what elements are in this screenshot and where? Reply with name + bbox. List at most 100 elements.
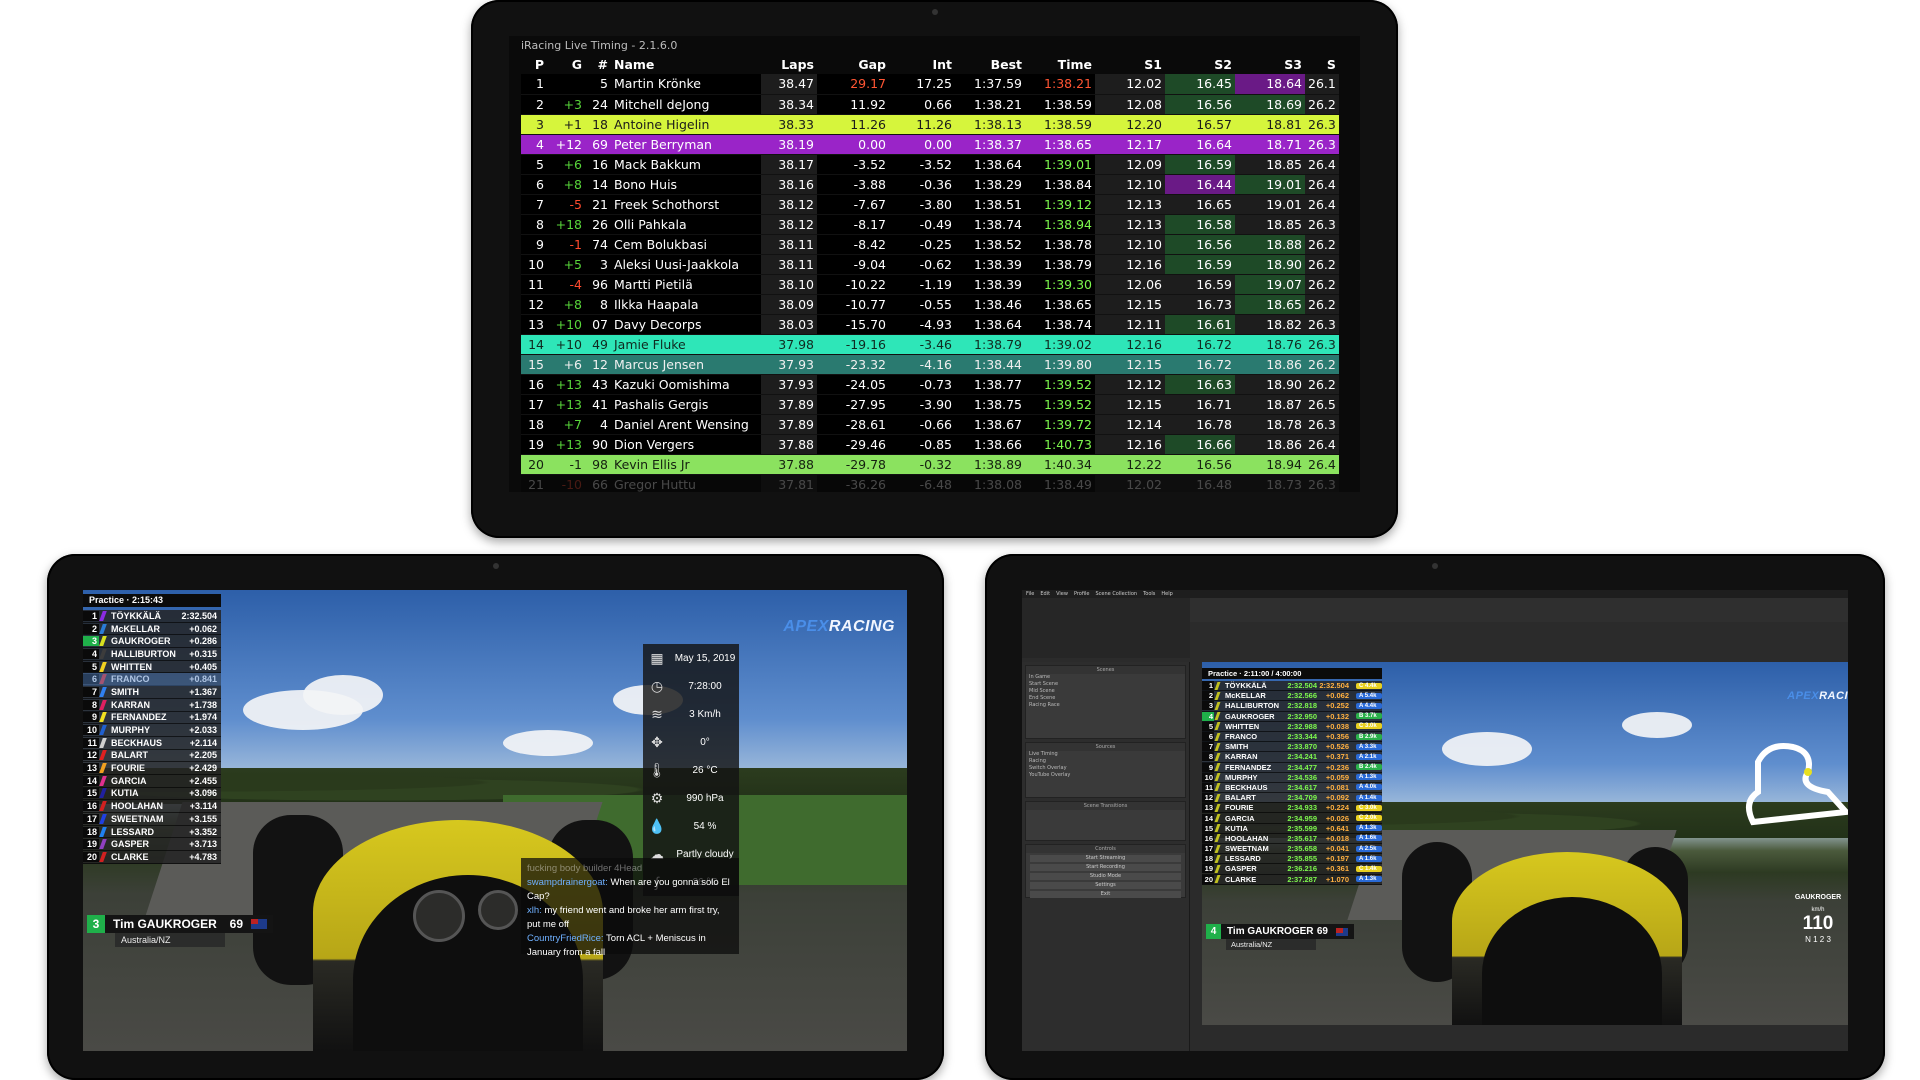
standings-row[interactable]: 14 GARCIA 2:34.959 +0.026 C 2.0k bbox=[1202, 813, 1382, 824]
standings-row[interactable]: 5 WHITTEN +0.405 bbox=[83, 660, 221, 674]
standings-row[interactable]: 9 FERNANDEZ +1.974 bbox=[83, 711, 221, 725]
col-header[interactable]: # bbox=[585, 54, 611, 74]
timing-row[interactable]: 17 +13 41 Pashalis Gergis 37.89 -27.95 -3.90 1:… bbox=[521, 394, 1339, 415]
timing-row[interactable]: 6 +8 14 Bono Huis 38.16 -3.88 -0.36 1:38.29 1:38… bbox=[521, 174, 1339, 195]
col-header[interactable]: S3 bbox=[1235, 54, 1305, 74]
standings-row[interactable]: 20 CLARKE +4.783 bbox=[83, 851, 221, 864]
standings-row[interactable]: 16 HOOLAHAN +3.114 bbox=[83, 800, 221, 813]
standings-row[interactable]: 19 GASPER 2:36.216 +0.361 C 1.4k bbox=[1202, 864, 1382, 875]
standings-row[interactable]: 9 FERNANDEZ 2:34.477 +0.236 B 2.4k bbox=[1202, 762, 1382, 773]
col-header[interactable]: Best bbox=[955, 54, 1025, 74]
timing-row[interactable]: 8 +18 26 Olli Pahkala 38.12 -8.17 -0.49 1:38.74… bbox=[521, 214, 1339, 235]
source-item[interactable]: Switch Overlay bbox=[1026, 765, 1185, 772]
col-header[interactable]: Gap bbox=[817, 54, 889, 74]
standings-row[interactable]: 10 MURPHY +2.033 bbox=[83, 724, 221, 737]
standings-row[interactable]: 12 BALART 2:34.709 +0.092 A 1.4k bbox=[1202, 793, 1382, 804]
menu-item[interactable]: Profile bbox=[1074, 591, 1090, 597]
scene-item[interactable]: End Scene bbox=[1026, 695, 1185, 702]
standings-row[interactable]: 20 CLARKE 2:37.287 +1.070 A 1.3k bbox=[1202, 874, 1382, 885]
col-header[interactable]: Time bbox=[1025, 54, 1095, 74]
standings-row[interactable]: 17 SWEETNAM +3.155 bbox=[83, 813, 221, 826]
control-button[interactable]: Studio Mode bbox=[1030, 873, 1181, 880]
timing-row[interactable]: 13 +10 07 Davy Decorps 38.03 -15.70 -4.93 1:38.… bbox=[521, 314, 1339, 335]
standings-row[interactable]: 19 GASPER +3.713 bbox=[83, 838, 221, 852]
standings-row[interactable]: 2 McKELLAR 2:32.566 +0.062 A 5.4k bbox=[1202, 691, 1382, 702]
source-item[interactable]: YouTube Overlay bbox=[1026, 772, 1185, 779]
timing-row[interactable]: 3 +1 18 Antoine Higelin 38.33 11.26 11.26 1:38.… bbox=[521, 114, 1339, 135]
standings-row[interactable]: 3 GAUKROGER +0.286 bbox=[83, 635, 221, 649]
standings-position: 11 bbox=[1202, 782, 1214, 792]
timing-row[interactable]: 2 +3 24 Mitchell deJong 38.34 11.92 0.66 1:38.2… bbox=[521, 94, 1339, 115]
timing-row[interactable]: 10 +5 3 Aleksi Uusi-Jaakkola 38.11 -9.04 -0.62… bbox=[521, 254, 1339, 275]
menu-item[interactable]: Tools bbox=[1143, 591, 1155, 597]
standings-row[interactable]: 12 BALART +2.205 bbox=[83, 749, 221, 763]
chat-username[interactable]: CountryFriedRice: bbox=[527, 933, 604, 944]
standings-row[interactable]: 18 LESSARD +3.352 bbox=[83, 825, 221, 839]
standings-row[interactable]: 11 BECKHAUS 2:34.617 +0.081 A 4.0k bbox=[1202, 782, 1382, 794]
scene-item[interactable]: Mid Scene bbox=[1026, 688, 1185, 695]
menu-item[interactable]: View bbox=[1056, 591, 1068, 597]
chat-username[interactable]: swampdrainergoat: bbox=[527, 877, 608, 888]
standings-row[interactable]: 14 GARCIA +2.455 bbox=[83, 774, 221, 788]
menu-item[interactable]: Edit bbox=[1040, 591, 1050, 597]
timing-row[interactable]: 19 +13 90 Dion Vergers 37.88 -29.46 -0.85 1:38.… bbox=[521, 434, 1339, 455]
standings-row[interactable]: 11 BECKHAUS +2.114 bbox=[83, 736, 221, 750]
scene-item[interactable]: In Game bbox=[1026, 674, 1185, 681]
control-button[interactable]: Start Recording bbox=[1030, 864, 1181, 871]
standings-row[interactable]: 17 SWEETNAM 2:35.658 +0.041 A 2.5k bbox=[1202, 844, 1382, 855]
standings-row[interactable]: 13 FOURIE +2.429 bbox=[83, 762, 221, 775]
standings-row[interactable]: 1 TÖYKKÄLÄ 2:32.504 2:32.504 C 4.4k bbox=[1202, 681, 1382, 692]
standings-row[interactable]: 18 LESSARD 2:35.855 +0.197 A 1.6k bbox=[1202, 854, 1382, 865]
standings-row[interactable]: 6 FRANCO +0.841 bbox=[83, 673, 221, 687]
standings-row[interactable]: 1 TÖYKKÄLÄ 2:32.504 bbox=[83, 610, 221, 623]
col-header[interactable]: S1 bbox=[1095, 54, 1165, 74]
timing-row[interactable]: 15 +6 12 Marcus Jensen 37.93 -23.32 -4.16 1:38.… bbox=[521, 354, 1339, 375]
menu-item[interactable]: Scene Collection bbox=[1095, 591, 1137, 597]
col-header[interactable]: P bbox=[521, 54, 547, 74]
timing-row[interactable]: 12 +8 8 Ilkka Haapala 38.09 -10.77 -0.55 1:38.4… bbox=[521, 294, 1339, 315]
col-header[interactable]: S bbox=[1305, 54, 1339, 74]
standings-row[interactable]: 3 HALLIBURTON 2:32.818 +0.252 A 4.4k bbox=[1202, 701, 1382, 712]
timing-row[interactable]: 9 -1 74 Cem Bolukbasi 38.11 -8.42 -0.25 1:38.52… bbox=[521, 234, 1339, 255]
control-button[interactable]: Settings bbox=[1030, 882, 1181, 889]
standings-row[interactable]: 7 SMITH +1.367 bbox=[83, 686, 221, 699]
source-item[interactable]: Racing bbox=[1026, 758, 1185, 765]
timing-row[interactable]: 18 +7 4 Daniel Arent Wensing 37.89 -28.61 -0.6… bbox=[521, 414, 1339, 435]
chat-username[interactable]: xlh: bbox=[527, 905, 542, 916]
timing-row[interactable]: 21 -10 66 Gregor Huttu 37.81 -36.26 -6.48 1:38.… bbox=[521, 474, 1339, 492]
standings-row[interactable]: 15 KUTIA 2:35.599 +0.641 A 1.3k bbox=[1202, 823, 1382, 834]
standings-row[interactable]: 8 KARRAN 2:34.241 +0.371 A 2.1k bbox=[1202, 752, 1382, 763]
menu-item[interactable]: Help bbox=[1161, 591, 1172, 597]
timing-row[interactable]: 5 +6 16 Mack Bakkum 38.17 -3.52 -3.52 1:38.64 1:… bbox=[521, 154, 1339, 175]
timing-row[interactable]: 16 +13 43 Kazuki Oomishima 37.93 -24.05 -0.73 1… bbox=[521, 374, 1339, 395]
standings-row[interactable]: 7 SMITH 2:33.870 +0.526 A 3.3k bbox=[1202, 742, 1382, 753]
standings-row[interactable]: 15 KUTIA +3.096 bbox=[83, 787, 221, 801]
control-button[interactable]: Exit bbox=[1030, 891, 1181, 898]
standings-row[interactable]: 13 FOURIE 2:34.933 +0.224 C 3.0k bbox=[1202, 803, 1382, 814]
col-header[interactable]: Laps bbox=[761, 54, 817, 74]
col-header[interactable]: G bbox=[547, 54, 585, 74]
scene-item[interactable]: Racing Race bbox=[1026, 702, 1185, 709]
timing-row[interactable]: 1 5 Martin Krönke 38.47 29.17 17.25 1:37.59 1:3… bbox=[521, 74, 1339, 95]
control-button[interactable]: Start Streaming bbox=[1030, 855, 1181, 862]
timing-row[interactable]: 4 +12 69 Peter Berryman 38.19 0.00 0.00 1:38.37… bbox=[521, 134, 1339, 155]
timing-row[interactable]: 20 -1 98 Kevin Ellis Jr 37.88 -29.78 -0.32 1:38… bbox=[521, 454, 1339, 475]
standings-row[interactable]: 10 MURPHY 2:34.536 +0.059 A 1.3k bbox=[1202, 772, 1382, 783]
standings-row[interactable]: 2 McKELLAR +0.062 bbox=[83, 622, 221, 636]
standings-row[interactable]: 4 HALLIBURTON +0.315 bbox=[83, 648, 221, 661]
standings-row[interactable]: 8 KARRAN +1.738 bbox=[83, 698, 221, 712]
col-header[interactable]: Int bbox=[889, 54, 955, 74]
standings-row[interactable]: 5 WHITTEN 2:32.988 +0.038 C 3.0k bbox=[1202, 721, 1382, 732]
timing-row[interactable]: 11 -4 96 Martti Pietilä 38.10 -10.22 -1.19 1:38… bbox=[521, 274, 1339, 295]
flag-icon bbox=[251, 919, 267, 929]
menu-item[interactable]: File bbox=[1026, 591, 1034, 597]
col-header[interactable]: S2 bbox=[1165, 54, 1235, 74]
timing-row[interactable]: 7 -5 21 Freek Schothorst 38.12 -7.67 -3.80 1:38… bbox=[521, 194, 1339, 215]
scene-item[interactable]: Start Scene bbox=[1026, 681, 1185, 688]
timing-row[interactable]: 14 +10 49 Jamie Fluke 37.98 -19.16 -3.46 1:38.7… bbox=[521, 334, 1339, 355]
standings-row[interactable]: 6 FRANCO 2:33.344 +0.356 B 2.9k bbox=[1202, 731, 1382, 743]
standings-row[interactable]: 16 HOOLAHAN 2:35.617 +0.018 A 1.6k bbox=[1202, 833, 1382, 844]
col-header[interactable]: Name bbox=[611, 54, 761, 74]
source-item[interactable]: Live Timing bbox=[1026, 751, 1185, 758]
standings-row[interactable]: 4 GAUKROGER 2:32.950 +0.132 B 3.7k bbox=[1202, 711, 1382, 722]
